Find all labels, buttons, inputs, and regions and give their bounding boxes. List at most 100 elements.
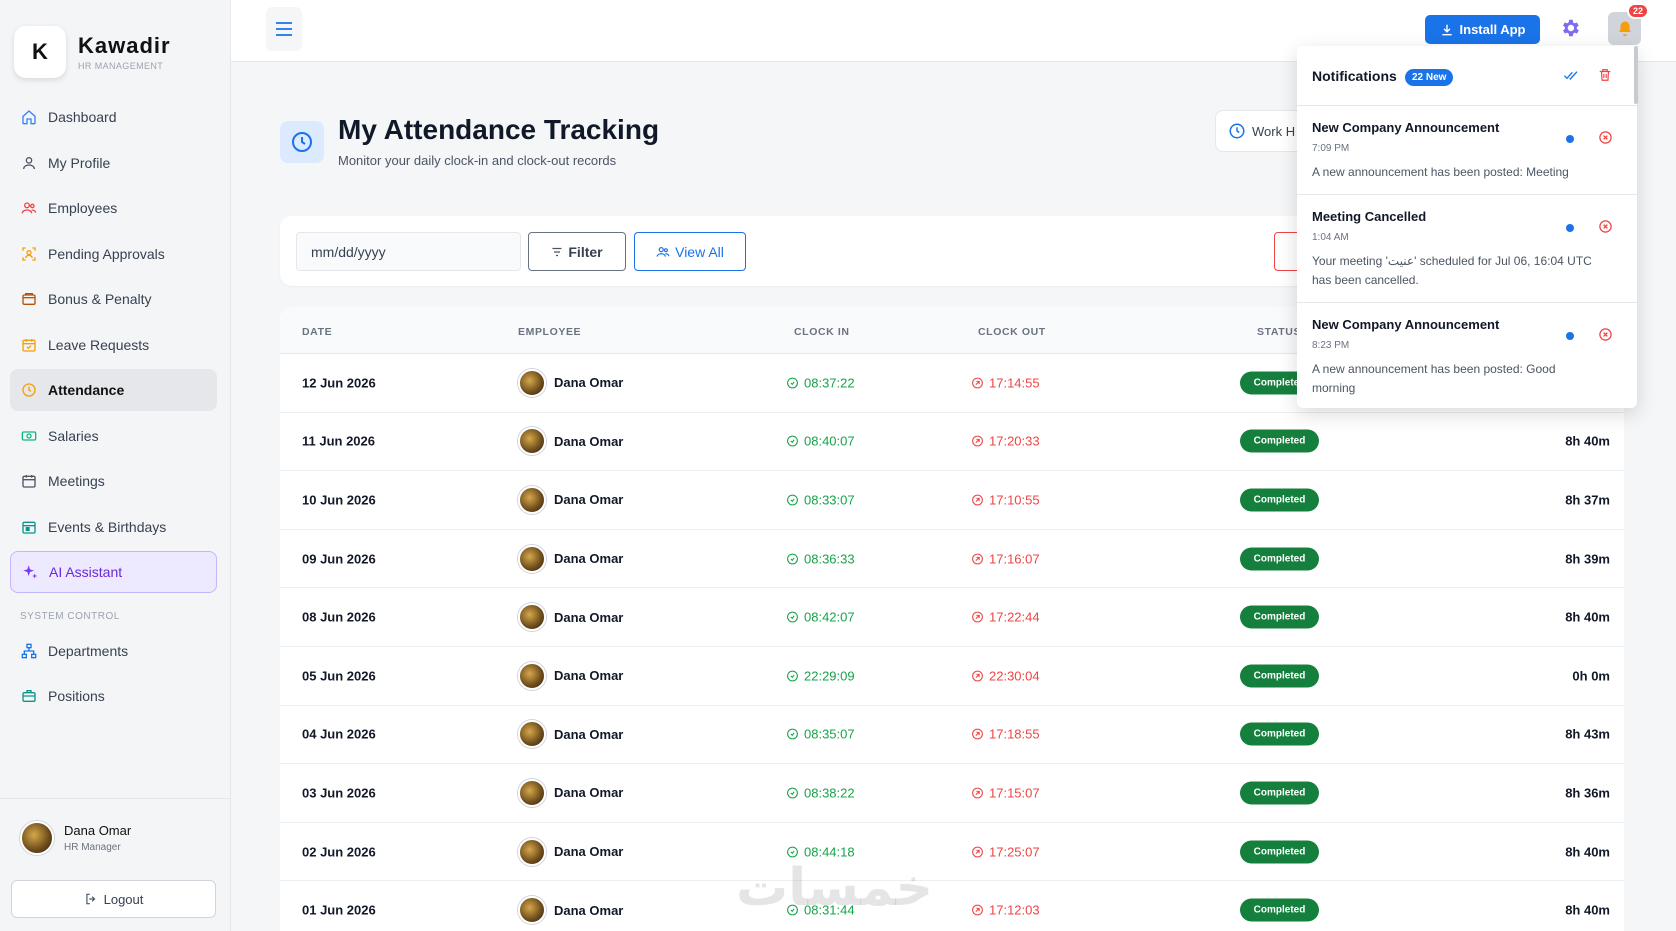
clock-out-icon: [972, 670, 983, 682]
dismiss-notification-button[interactable]: [1598, 219, 1613, 239]
install-app-button[interactable]: Install App: [1425, 15, 1540, 44]
sidebar-item-salaries[interactable]: Salaries: [10, 415, 217, 457]
table-row[interactable]: 08 Jun 2026 Dana Omar 08:42:07 17:22:44 …: [280, 588, 1624, 647]
table-row[interactable]: 02 Jun 2026 Dana Omar 08:44:18 17:25:07 …: [280, 823, 1624, 882]
double-check-icon: [1563, 71, 1578, 80]
sidebar-item-label: Dashboard: [48, 109, 117, 125]
settings-button[interactable]: [1559, 17, 1581, 44]
clock-icon: [1229, 123, 1245, 139]
row-clock-in: 08:35:07: [786, 727, 855, 742]
date-input[interactable]: mm/dd/yyyy: [296, 232, 521, 271]
row-employee: Dana Omar: [518, 603, 623, 632]
sidebar-item-positions[interactable]: Positions: [10, 675, 217, 717]
table-row[interactable]: 10 Jun 2026 Dana Omar 08:33:07 17:10:55 …: [280, 471, 1624, 530]
row-employee: Dana Omar: [518, 485, 624, 514]
clear-all-button[interactable]: [1598, 67, 1612, 88]
brand[interactable]: K Kawadir HR MANAGEMENT: [14, 26, 171, 78]
table-row[interactable]: 05 Jun 2026 Dana Omar 22:29:09 22:30:04 …: [280, 647, 1624, 706]
notification-item[interactable]: New Company Announcement 8:23 PM A new a…: [1297, 303, 1637, 408]
row-clock-in: 08:40:07: [786, 434, 855, 449]
row-hours: 8h 40m: [1565, 433, 1610, 449]
dismiss-notification-button[interactable]: [1598, 130, 1613, 150]
table-row[interactable]: 03 Jun 2026 Dana Omar 08:38:22 17:15:07 …: [280, 764, 1624, 823]
row-clock-in: 08:33:07: [786, 492, 855, 507]
table-row[interactable]: 11 Jun 2026 Dana Omar 08:40:07 17:20:33 …: [280, 413, 1624, 472]
row-hours: 8h 40m: [1565, 844, 1610, 860]
avatar: [518, 896, 546, 925]
row-date: 05 Jun 2026: [302, 668, 376, 684]
col-date: DATE: [302, 326, 333, 338]
gear-icon: [1563, 19, 1579, 37]
sidebar-item-label: Positions: [48, 688, 105, 704]
row-employee: Dana Omar: [518, 720, 623, 749]
table-row[interactable]: 04 Jun 2026 Dana Omar 08:35:07 17:18:55 …: [280, 706, 1624, 765]
sidebar-item-label: Attendance: [48, 382, 125, 398]
table-row[interactable]: 09 Jun 2026 Dana Omar 08:36:33 17:16:07 …: [280, 530, 1624, 589]
sidebar-item-meetings[interactable]: Meetings: [10, 460, 217, 502]
sidebar-item-departments[interactable]: Departments: [10, 630, 217, 672]
clock-icon: [292, 132, 312, 152]
dismiss-notification-button[interactable]: [1598, 327, 1613, 347]
notification-item[interactable]: Meeting Cancelled 1:04 AM Your meeting '…: [1297, 195, 1637, 303]
sidebar-item-label: Pending Approvals: [48, 245, 165, 262]
table-row[interactable]: 01 Jun 2026 Dana Omar 08:31:44 17:12:03 …: [280, 881, 1624, 931]
status-badge: Completed: [1240, 722, 1319, 746]
notification-title: New Company Announcement: [1312, 317, 1500, 332]
avatar: [518, 544, 546, 573]
row-employee: Dana Omar: [518, 427, 623, 456]
filter-icon: [552, 247, 562, 256]
status-badge: Completed: [1240, 429, 1319, 453]
col-status: STATUS: [1257, 326, 1302, 338]
sidebar-item-my-profile[interactable]: My Profile: [10, 142, 217, 184]
clock-out-value: 17:22:44: [989, 609, 1040, 625]
mark-all-read-button[interactable]: [1563, 68, 1579, 87]
view-all-button[interactable]: View All: [634, 232, 746, 271]
notification-item[interactable]: New Company Announcement 7:09 PM A new a…: [1297, 106, 1637, 195]
approval-icon: [20, 245, 38, 263]
sidebar-item-label: Meetings: [48, 473, 105, 489]
sidebar-item-ai-assistant[interactable]: AI Assistant: [10, 551, 217, 593]
sidebar-item-label: Bonus & Penalty: [48, 291, 152, 307]
row-date: 03 Jun 2026: [302, 785, 376, 801]
col-clock-in: CLOCK IN: [794, 326, 850, 338]
row-hours: 8h 37m: [1565, 492, 1610, 508]
avatar: [518, 603, 546, 632]
sidebar-item-pending-approvals[interactable]: Pending Approvals: [10, 233, 217, 275]
hamburger-icon: [276, 22, 292, 36]
row-date: 04 Jun 2026: [302, 726, 376, 742]
menu-toggle-button[interactable]: [266, 7, 302, 51]
wallet-icon: [20, 290, 38, 308]
filter-button[interactable]: Filter: [528, 232, 626, 271]
sidebar-item-leave-requests[interactable]: Leave Requests: [10, 324, 217, 366]
row-clock-out: 17:18:55: [971, 727, 1040, 742]
employee-name: Dana Omar: [554, 492, 624, 508]
org-chart-icon: [20, 642, 38, 660]
users-icon: [20, 199, 38, 217]
sidebar-item-events-birthdays[interactable]: Events & Birthdays: [10, 506, 217, 548]
table-body: 12 Jun 2026 Dana Omar 08:37:22 17:14:55 …: [280, 354, 1624, 931]
row-employee: Dana Omar: [518, 544, 624, 573]
clock-out-icon: [972, 728, 983, 740]
employee-name: Dana Omar: [554, 551, 624, 567]
clock-in-value: 08:38:22: [804, 785, 855, 801]
trash-icon: [1599, 69, 1611, 81]
status-badge: Completed: [1240, 547, 1319, 571]
clock-in-value: 08:40:07: [804, 433, 855, 449]
sidebar-item-bonus-penalty[interactable]: Bonus & Penalty: [10, 278, 217, 320]
employee-name: Dana Omar: [554, 902, 624, 918]
notification-time: 1:04 AM: [1312, 232, 1349, 243]
sidebar-item-attendance[interactable]: Attendance: [10, 369, 217, 411]
notifications-scrollbar[interactable]: [1634, 46, 1638, 104]
employee-name: Dana Omar: [554, 668, 624, 684]
sidebar-item-employees[interactable]: Employees: [10, 187, 217, 229]
row-hours: 8h 36m: [1565, 785, 1610, 801]
avatar: [518, 837, 546, 866]
clock-in-icon: [787, 846, 798, 857]
clock-out-value: 17:25:07: [989, 844, 1040, 860]
row-clock-out: 17:12:03: [971, 903, 1040, 918]
clock-out-value: 17:18:55: [989, 726, 1040, 742]
sidebar-item-dashboard[interactable]: Dashboard: [10, 96, 217, 138]
logout-button[interactable]: Logout: [11, 880, 216, 918]
unread-dot: [1566, 224, 1574, 232]
clock-out-value: 17:10:55: [989, 492, 1040, 508]
